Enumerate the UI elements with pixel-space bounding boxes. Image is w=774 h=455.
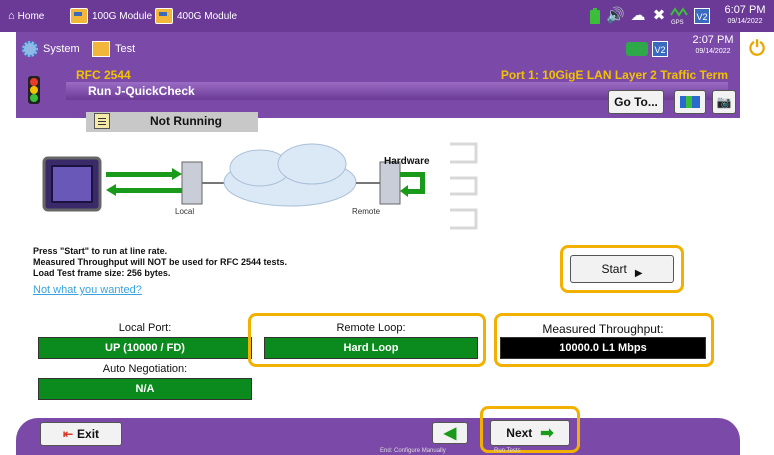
hardware-label: Hardware bbox=[384, 156, 430, 167]
battery-icon bbox=[588, 7, 602, 25]
start-button[interactable]: Start ▶ bbox=[570, 255, 674, 283]
module-400g-tab[interactable]: 400G Module bbox=[155, 0, 237, 32]
hardware-loop-arrow bbox=[400, 172, 425, 197]
module-100g-label: 100G Module bbox=[92, 10, 153, 22]
test-type: RFC 2544 bbox=[76, 68, 131, 82]
remote-loop-label: Remote Loop: bbox=[336, 322, 406, 334]
test-status: Not Running bbox=[150, 114, 222, 128]
camera-button[interactable]: 📷 bbox=[712, 90, 736, 114]
bert-module-icon bbox=[155, 8, 173, 24]
bert-module-icon bbox=[70, 8, 88, 24]
bert-test-icon bbox=[92, 41, 110, 57]
traffic-light-icon bbox=[28, 76, 40, 104]
back-button[interactable]: ◀ bbox=[432, 422, 468, 444]
auto-negotiation-label: Auto Negotiation: bbox=[102, 363, 188, 375]
local-box bbox=[181, 161, 203, 205]
arrow-left-icon: ◀ bbox=[443, 425, 457, 442]
v2-badge: V2 bbox=[694, 8, 710, 24]
tools-icon: ✖ bbox=[652, 7, 666, 24]
home-label: Home bbox=[17, 10, 45, 22]
instruction-line: Measured Throughput will NOT be used for… bbox=[33, 257, 288, 267]
port-description: Port 1: 10GigE LAN Layer 2 Traffic Term bbox=[500, 68, 728, 82]
bottom-bar bbox=[16, 418, 740, 455]
remote-loop-value: Hard Loop bbox=[264, 337, 478, 359]
loop-type-icons bbox=[450, 142, 478, 230]
test-clock-date: 09/14/2022 bbox=[695, 48, 731, 55]
system-label: System bbox=[43, 43, 80, 55]
loopback-diagram bbox=[42, 142, 478, 230]
start-label: Start bbox=[601, 262, 627, 276]
cursor-icon: ▶ bbox=[634, 267, 643, 279]
v2-badge: V2 bbox=[652, 41, 668, 57]
test-tab[interactable]: Test bbox=[92, 38, 135, 60]
test-device-icon bbox=[42, 156, 102, 212]
clock-date: 09/14/2022 bbox=[727, 18, 763, 25]
arrow-right-icon: ➡ bbox=[540, 425, 554, 442]
system-tab[interactable]: System bbox=[22, 38, 80, 60]
exit-label: Exit bbox=[77, 427, 100, 441]
instructions: Press "Start" to run at line rate. Measu… bbox=[33, 246, 287, 279]
next-button[interactable]: Next ➡ bbox=[490, 420, 570, 446]
next-caption: Run Tests bbox=[494, 448, 521, 454]
module-100g-tab[interactable]: 100G Module bbox=[70, 0, 152, 32]
status-list-icon[interactable] bbox=[94, 113, 110, 129]
home-icon: ⌂ bbox=[8, 10, 15, 22]
instruction-line: Press "Start" to run at line rate. bbox=[33, 246, 168, 256]
throughput-label: Measured Throughput: bbox=[542, 322, 664, 336]
auto-negotiation-value: N/A bbox=[38, 378, 252, 400]
link-status-icon bbox=[626, 42, 648, 56]
test-label: Test bbox=[115, 43, 136, 55]
clock-time: 6:07 PM bbox=[724, 4, 766, 16]
remote-label: Remote bbox=[352, 207, 381, 216]
instruction-line: Load Test frame size: 256 bytes. bbox=[33, 268, 171, 278]
speaker-icon: 🔊 bbox=[606, 7, 625, 24]
goto-button[interactable]: Go To... bbox=[608, 90, 664, 114]
exit-button[interactable]: ⇤ Exit bbox=[40, 422, 122, 446]
module-400g-label: 400G Module bbox=[177, 10, 238, 22]
power-icon[interactable]: ⏻ bbox=[746, 36, 768, 62]
app-tab-bar: System Test V2 2:07 PM 09/14/2022 bbox=[16, 32, 740, 66]
local-port-label: Local Port: bbox=[118, 322, 172, 334]
back-caption: End: Configure Manually bbox=[380, 448, 446, 454]
cloud-icon bbox=[223, 143, 357, 207]
chart-icon bbox=[680, 96, 700, 108]
cloud-icon: ☁ bbox=[630, 7, 646, 24]
throughput-value: 10000.0 L1 Mbps bbox=[500, 337, 706, 359]
camera-icon: 📷 bbox=[716, 95, 732, 109]
gear-icon bbox=[22, 41, 38, 57]
local-label: Local bbox=[175, 207, 195, 216]
remote-box bbox=[379, 161, 401, 205]
test-clock-time: 2:07 PM bbox=[692, 34, 734, 46]
local-port-value: UP (10000 / FD) bbox=[38, 337, 252, 359]
not-what-you-wanted-link[interactable]: Not what you wanted? bbox=[33, 284, 142, 296]
home-tab[interactable]: ⌂ Home bbox=[8, 0, 44, 32]
gps-label: GPS bbox=[671, 20, 684, 26]
next-label: Next bbox=[506, 426, 533, 440]
exit-icon: ⇤ bbox=[62, 427, 74, 441]
results-button[interactable] bbox=[674, 90, 706, 114]
local-link-arrows bbox=[106, 168, 182, 196]
